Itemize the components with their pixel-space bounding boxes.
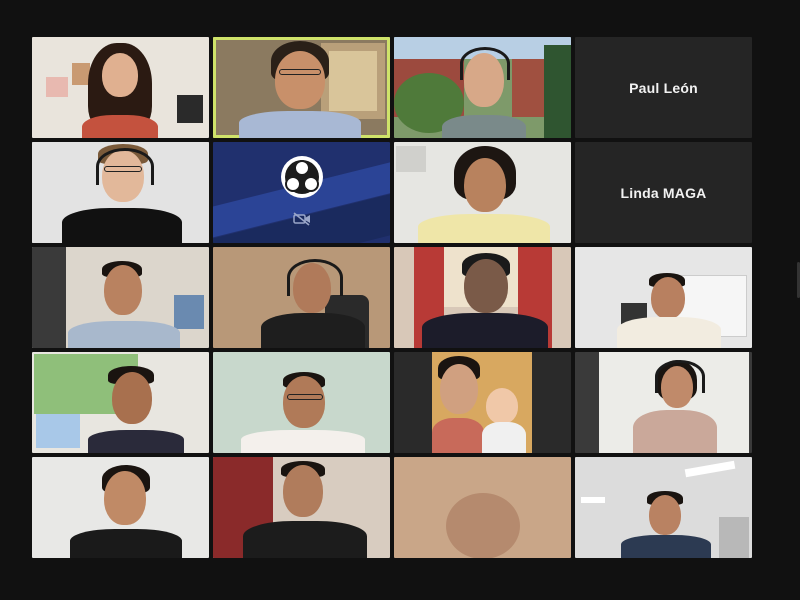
face: [112, 372, 152, 424]
shelf: [32, 247, 66, 348]
participant-video-tile[interactable]: [32, 457, 209, 558]
participant-video-tile[interactable]: [394, 352, 571, 453]
baby-torso: [482, 422, 526, 453]
face: [283, 376, 325, 428]
torso: [88, 430, 184, 453]
face: [651, 277, 685, 319]
participant-name-tile[interactable]: Paul León: [575, 37, 752, 138]
torso: [617, 317, 721, 348]
face: [464, 259, 508, 313]
wall-map: [36, 414, 80, 448]
participant-video-tile[interactable]: [32, 352, 209, 453]
torso: [621, 535, 711, 558]
glasses: [279, 69, 321, 75]
glasses: [287, 394, 323, 400]
participant-video-tile[interactable]: [213, 457, 390, 558]
wall-poster: [46, 77, 68, 97]
participant-video-tile[interactable]: [32, 37, 209, 138]
participant-video-tile[interactable]: [394, 457, 571, 558]
participant-video-tile[interactable]: [213, 247, 390, 348]
face: [275, 51, 325, 109]
torso: [62, 208, 182, 243]
participant-name-tile[interactable]: Linda MAGA: [575, 142, 752, 243]
face: [102, 53, 138, 97]
face: [104, 265, 142, 315]
baby-face: [486, 388, 518, 424]
face: [104, 471, 146, 525]
participant-video-tile[interactable]: [575, 247, 752, 348]
blurred-face: [446, 493, 520, 558]
tree: [544, 45, 571, 138]
gallery-grid: Paul León Linda MAGA: [32, 37, 752, 558]
torso: [70, 529, 182, 558]
face: [283, 465, 323, 517]
door: [719, 517, 749, 558]
participant-video-tile[interactable]: [213, 352, 390, 453]
torso: [432, 418, 484, 453]
headset: [460, 47, 510, 80]
wall-picture: [174, 295, 204, 329]
headset: [96, 148, 154, 185]
headset: [655, 360, 705, 393]
torso: [243, 521, 367, 558]
torso: [241, 430, 365, 453]
obs-logo: [280, 156, 323, 198]
camera-off-icon: [292, 212, 310, 226]
face: [440, 364, 478, 414]
participant-video-tile[interactable]: [575, 457, 752, 558]
torso: [261, 313, 365, 348]
participant-video-tile[interactable]: [394, 142, 571, 243]
participant-name: Linda MAGA: [620, 184, 707, 201]
participant-video-tile[interactable]: [394, 37, 571, 138]
torso: [239, 111, 361, 138]
participant-video-tile[interactable]: [32, 247, 209, 348]
torso: [442, 115, 526, 138]
monitor: [177, 95, 203, 123]
wall-picture: [396, 146, 426, 172]
headset: [287, 259, 343, 296]
torso: [633, 410, 717, 453]
participant-logo-tile[interactable]: [213, 142, 390, 243]
participant-video-tile[interactable]: [575, 352, 752, 453]
ceiling-light: [581, 497, 605, 503]
torso: [422, 313, 548, 348]
active-speaker-video-tile[interactable]: [213, 37, 390, 138]
participant-video-tile[interactable]: [32, 142, 209, 243]
torso: [68, 321, 180, 348]
ceiling-light: [684, 460, 736, 478]
torso: [418, 214, 550, 243]
participant-video-tile[interactable]: [394, 247, 571, 348]
face: [649, 495, 681, 535]
window-pane: [329, 51, 377, 111]
face: [464, 158, 506, 212]
torso: [82, 115, 158, 138]
participant-name: Paul León: [629, 79, 698, 96]
